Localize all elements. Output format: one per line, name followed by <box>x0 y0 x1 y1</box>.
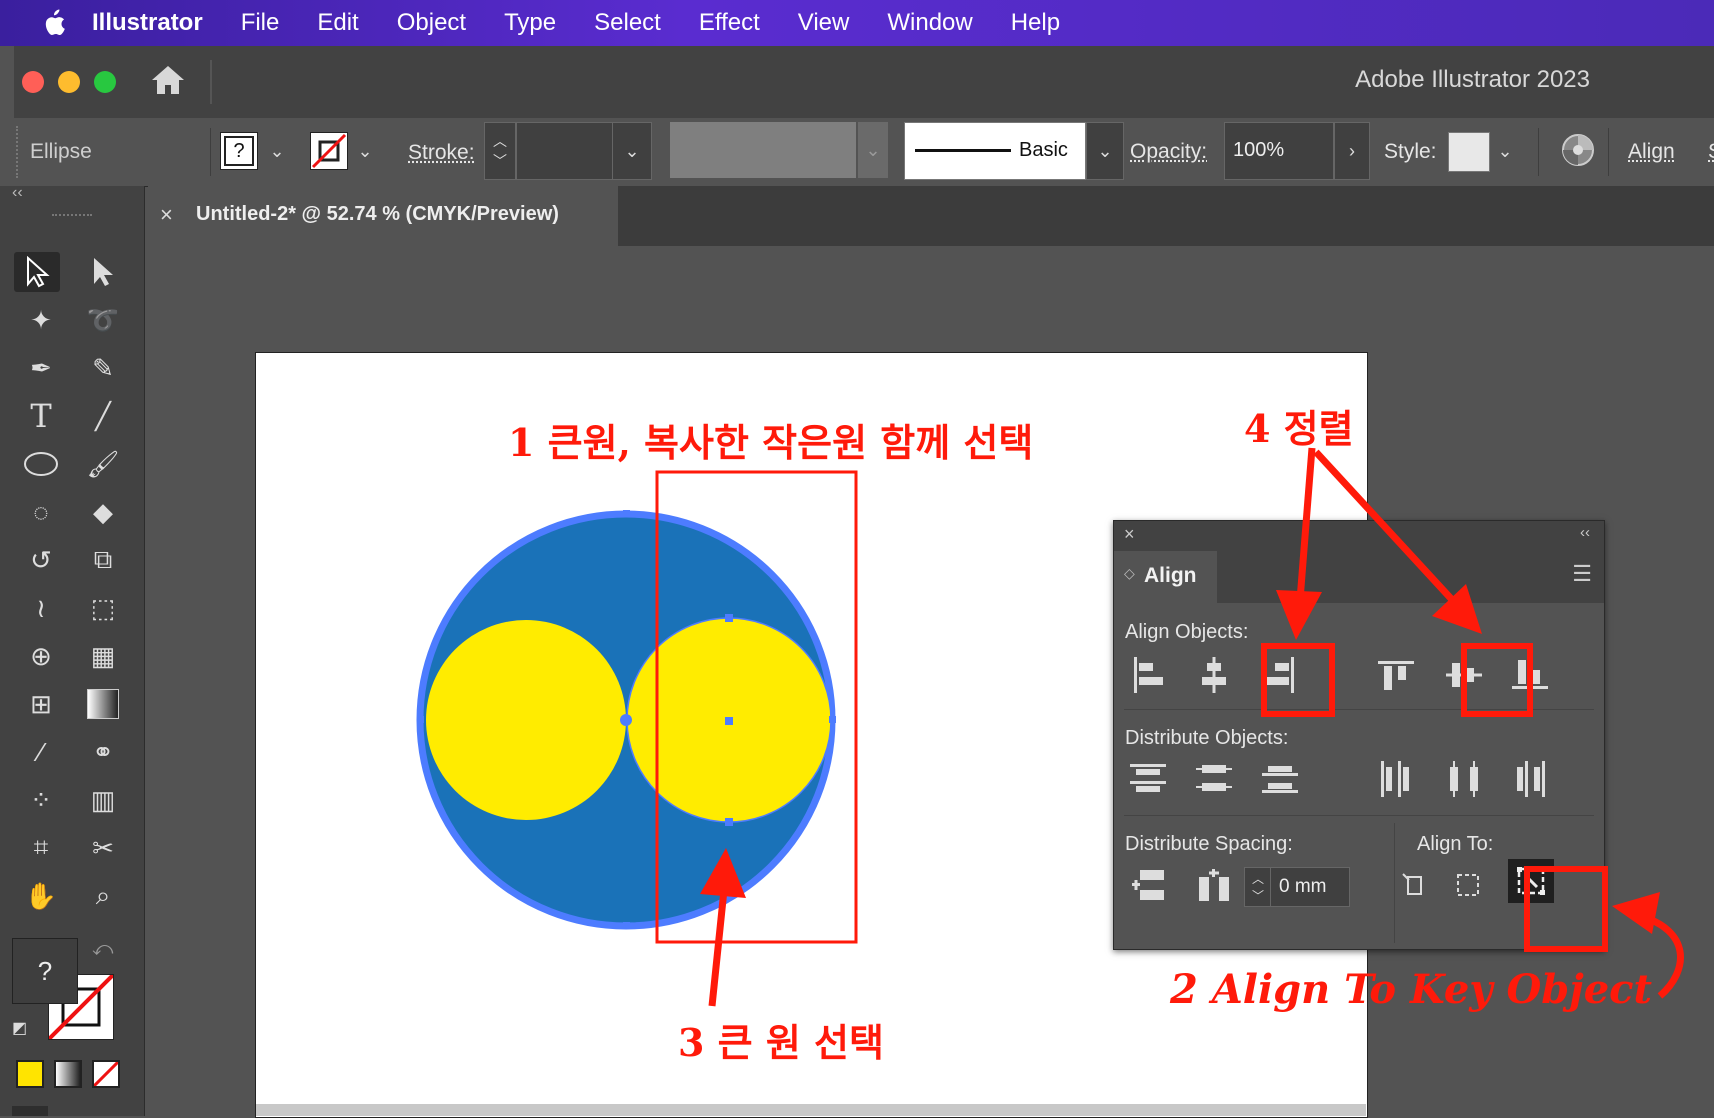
annotation-arrows <box>1276 447 1684 999</box>
arrowhead-step4-right <box>1432 584 1482 634</box>
arrowhead-step4-left <box>1276 590 1322 640</box>
annotation-step2: 2 Align To Key Object <box>1170 966 1653 1013</box>
arrowhead-step2 <box>1612 892 1660 934</box>
arrow-step4-right <box>1313 449 1459 607</box>
arrow-step4-left <box>1296 447 1316 601</box>
